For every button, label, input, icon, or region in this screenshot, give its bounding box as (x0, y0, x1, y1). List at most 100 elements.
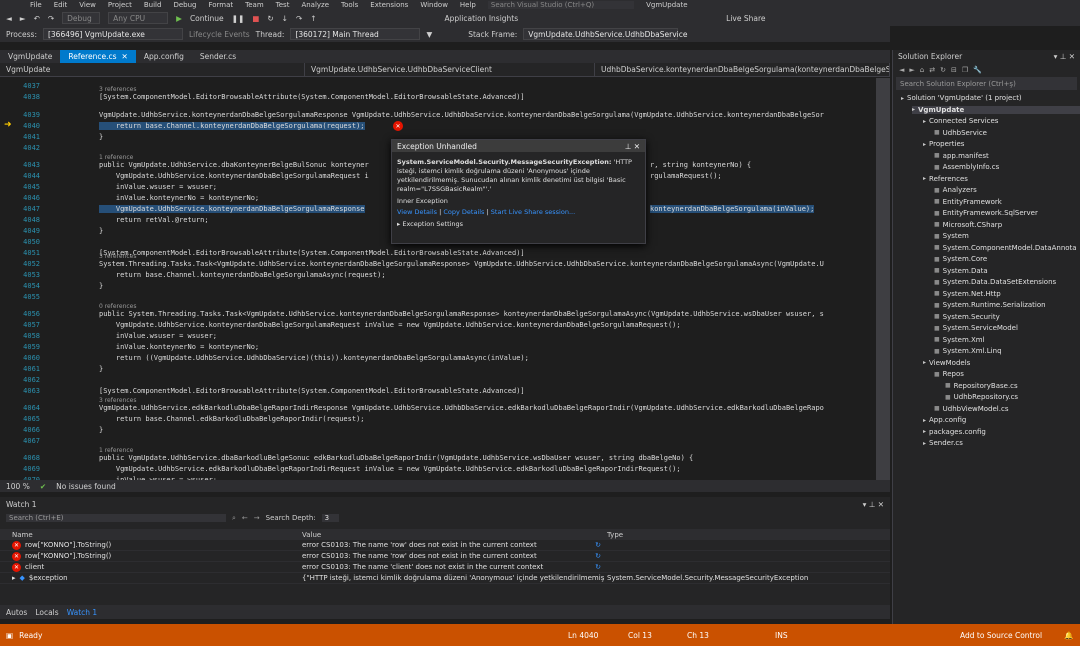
code-lens[interactable]: 3 references (99, 397, 137, 404)
menu-search-input[interactable]: Search Visual Studio (Ctrl+Q) (487, 1, 635, 9)
expand-icon[interactable]: ▸ (12, 574, 16, 582)
tree-node[interactable]: ■ RepositoryBase.cs (945, 382, 1080, 390)
close-icon[interactable]: ✕ (878, 500, 884, 509)
tree-node[interactable]: ■ System.Xml (934, 336, 1080, 344)
code-line[interactable]: VgmUpdate.UdhbService.konteynerdanDbaBel… (99, 111, 824, 119)
watch-name-cell[interactable]: ▸ ◆ $exception (0, 574, 300, 582)
close-icon[interactable]: ✕ (122, 52, 128, 61)
lifecycle-events-button[interactable]: Lifecycle Events (189, 30, 250, 39)
code-line[interactable]: return retVal.@return; (99, 216, 209, 224)
code-line[interactable]: [System.ComponentModel.EditorBrowsableAt… (99, 387, 525, 395)
watch-row[interactable]: ✕ row["KONNO"].ToString() error CS0103: Th… (0, 540, 890, 551)
tab-vgmupdate[interactable]: VgmUpdate (0, 50, 60, 63)
code-line[interactable]: VgmUpdate.UdhbService.konteynerdanDbaBel… (99, 321, 681, 329)
watch-value-cell[interactable]: error CS0103: The name 'row' does not ex… (300, 552, 605, 560)
undo-icon[interactable]: ↶ (34, 14, 40, 23)
code-line[interactable]: return base.Channel.konteynerdanDbaBelge… (99, 122, 365, 130)
watch-row[interactable]: ✕ client error CS0103: The name 'client' d… (0, 562, 890, 573)
code-line[interactable]: return ((VgmUpdate.UdhbService.UdhbDbaSe… (99, 354, 529, 362)
forward-icon[interactable]: → (254, 514, 260, 522)
back-icon[interactable]: ◄ (899, 66, 904, 74)
tree-node[interactable]: ■ System.ServiceModel (934, 324, 1080, 332)
close-icon[interactable]: ✕ (634, 142, 640, 151)
menu-test[interactable]: Test (276, 1, 290, 9)
tree-node[interactable]: ▸ Solution 'VgmUpdate' (1 project) (901, 94, 1080, 102)
code-lens[interactable]: 1 reference (99, 154, 133, 161)
code-line[interactable]: inValue.wsuser = wsuser; (99, 183, 217, 191)
tree-node[interactable]: ■ Analyzers (934, 186, 1080, 194)
code-line[interactable]: inValue.wsuser = wsuser; (99, 332, 217, 340)
back-icon[interactable]: ◄ (6, 14, 12, 23)
tree-node[interactable]: ■ AssemblyInfo.cs (934, 163, 1080, 171)
pin-icon[interactable]: ⊥ (869, 500, 876, 509)
code-line[interactable]: VgmUpdate.UdhbService.konteynerdanDbaBel… (99, 205, 365, 213)
code-line[interactable]: } (99, 365, 103, 373)
tab-reference-cs[interactable]: Reference.cs ✕ (60, 50, 136, 63)
tree-node[interactable]: ■ System (934, 232, 1080, 240)
play-icon[interactable]: ▶ (176, 14, 182, 23)
tab-sender-cs[interactable]: Sender.cs (192, 50, 244, 63)
type-dropdown[interactable]: VgmUpdate.UdhbService.UdhbDbaServiceClie… (305, 63, 595, 76)
tree-node[interactable]: ■ System.Xml.Linq (934, 347, 1080, 355)
name-column-header[interactable]: Name (0, 531, 300, 539)
platform-select[interactable]: Any CPU (108, 12, 169, 24)
code-lens[interactable]: 1 reference (99, 447, 133, 454)
pin-icon[interactable]: ⊥ (625, 142, 632, 151)
tree-node[interactable]: ▸ References (923, 175, 1080, 183)
step-over-icon[interactable]: ↷ (296, 14, 302, 23)
code-line[interactable]: } (99, 227, 103, 235)
watch-name-cell[interactable]: ✕ row["KONNO"].ToString() (0, 551, 300, 561)
tree-node[interactable]: ■ EntityFramework.SqlServer (934, 209, 1080, 217)
code-line[interactable]: [System.ComponentModel.EditorBrowsableAt… (99, 249, 525, 257)
tree-node[interactable]: ▸ VgmUpdate (912, 105, 1080, 114)
properties-icon[interactable]: 🔧 (973, 66, 982, 74)
member-dropdown[interactable]: UdhbDbaService.konteynerdanDbaBelgeSorgu… (595, 63, 890, 76)
show-all-icon[interactable]: ❐ (962, 66, 968, 74)
watch-value-cell[interactable]: error CS0103: The name 'row' does not ex… (300, 541, 605, 549)
tree-node[interactable]: ▸ packages.config (923, 428, 1080, 436)
code-line[interactable]: inValue.konteynerNo = konteynerNo; (99, 194, 259, 202)
copy-details-link[interactable]: Copy Details (443, 208, 484, 216)
add-to-source-control-button[interactable]: Add to Source Control (960, 631, 1042, 640)
menu-view[interactable]: View (79, 1, 96, 9)
vertical-scrollbar[interactable] (876, 78, 890, 480)
code-line[interactable]: return base.Channel.edkBarkodluDbaBelgeR… (99, 415, 365, 423)
tree-node[interactable]: ■ System.Net.Http (934, 290, 1080, 298)
tree-node[interactable]: ■ UdhbViewModel.cs (934, 405, 1080, 413)
tree-node[interactable]: ▸ ViewModels (923, 359, 1080, 367)
code-lens[interactable]: 3 references (99, 86, 137, 93)
refresh-icon[interactable]: ↻ (595, 541, 601, 549)
tree-node[interactable]: ■ Microsoft.CSharp (934, 221, 1080, 229)
tab-watch-1[interactable]: Watch 1 (67, 608, 98, 617)
tree-node[interactable]: ■ UdhbRepository.cs (945, 393, 1080, 401)
refresh-icon[interactable]: ↻ (595, 552, 601, 560)
refresh-icon[interactable]: ↻ (940, 66, 946, 74)
menu-project[interactable]: Project (108, 1, 132, 9)
type-column-header[interactable]: Type (605, 531, 890, 539)
exception-glyph-icon[interactable]: ✕ (393, 121, 403, 131)
code-line[interactable]: inValue.konteynerNo = konteynerNo; (99, 343, 259, 351)
tree-node[interactable]: ■ System.ComponentModel.DataAnnota (934, 244, 1080, 252)
exception-settings-label[interactable]: Exception Settings (402, 220, 463, 228)
menu-window[interactable]: Window (420, 1, 448, 9)
tree-node[interactable]: ■ System.Core (934, 255, 1080, 263)
restart-icon[interactable]: ↻ (267, 14, 273, 23)
code-line[interactable]: return base.Channel.konteynerdanDbaBelge… (99, 271, 386, 279)
code-line-tail[interactable]: konteynerdanDbaBelgeSorgulama(inValue); (650, 205, 815, 213)
code-lens[interactable]: 0 references (99, 303, 137, 310)
tree-node[interactable]: ▸ Sender.cs (923, 439, 1080, 447)
step-into-icon[interactable]: ↓ (282, 14, 288, 23)
home-icon[interactable]: ⌂ (920, 66, 924, 74)
search-icon[interactable]: ⌕ (232, 514, 236, 523)
watch-name-cell[interactable]: ✕ client (0, 562, 300, 572)
stack-frame-select[interactable]: VgmUpdate.UdhbService.UdhbDbaService (523, 28, 688, 40)
watch-search-input[interactable]: Search (Ctrl+E) (6, 514, 226, 522)
tree-node[interactable]: ■ Repos (934, 370, 1080, 378)
code-line[interactable]: VgmUpdate.UdhbService.konteynerdanDbaBel… (99, 172, 369, 180)
tab-app-config[interactable]: App.config (136, 50, 192, 63)
menu-team[interactable]: Team (245, 1, 264, 9)
code-lens[interactable]: 3 references (99, 253, 137, 260)
refresh-icon[interactable]: ↻ (595, 563, 601, 571)
back-icon[interactable]: ← (242, 514, 248, 522)
issues-status[interactable]: No issues found (56, 482, 116, 491)
